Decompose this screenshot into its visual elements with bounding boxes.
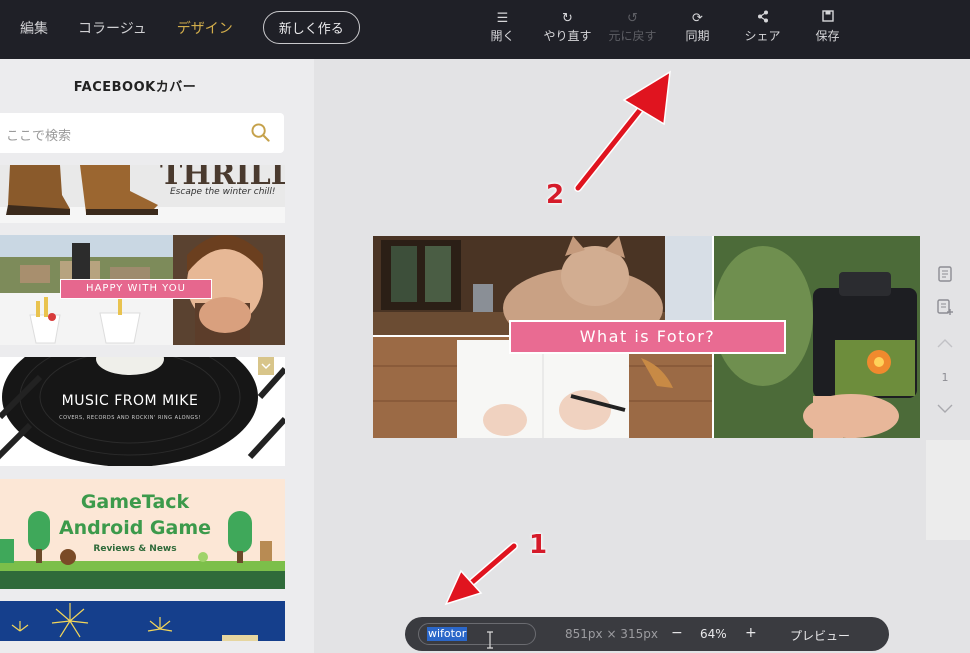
- arrow-2: [574, 70, 671, 192]
- annotation-number-2: 2: [546, 180, 565, 210]
- annotation-arrows: [444, 70, 671, 606]
- annotation-number-1: 1: [529, 530, 548, 560]
- arrow-1: [444, 542, 518, 606]
